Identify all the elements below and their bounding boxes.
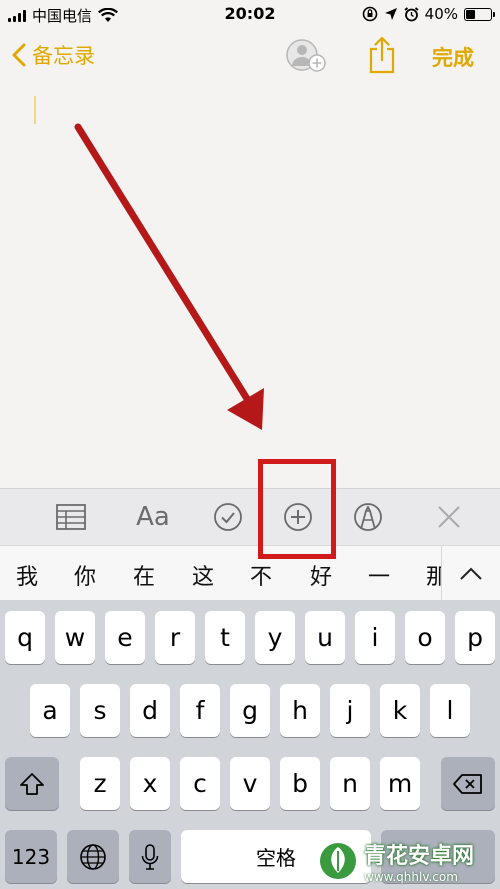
chevron-up-icon: [460, 567, 482, 580]
done-button[interactable]: 完成: [432, 42, 474, 72]
numbers-key[interactable]: 123: [5, 830, 57, 883]
key-j[interactable]: j: [330, 684, 370, 737]
key-h[interactable]: h: [280, 684, 320, 737]
close-icon: [438, 506, 460, 528]
dictation-key[interactable]: [129, 830, 171, 883]
candidate-item[interactable]: 你: [74, 559, 96, 591]
watermark-url: www.qhhlv.com: [364, 870, 458, 884]
candidate-item[interactable]: 好: [310, 559, 332, 591]
format-toolbar: Aa: [0, 488, 500, 545]
key-w[interactable]: w: [55, 611, 95, 664]
add-button[interactable]: [280, 501, 316, 533]
battery-percent: 40%: [424, 5, 458, 23]
key-n[interactable]: n: [330, 757, 370, 810]
key-t[interactable]: t: [205, 611, 245, 664]
candidate-item[interactable]: 不: [250, 559, 272, 591]
markup-icon: [354, 503, 382, 531]
key-f[interactable]: f: [180, 684, 220, 737]
key-o[interactable]: o: [405, 611, 445, 664]
key-x[interactable]: x: [130, 757, 170, 810]
close-toolbar-button[interactable]: [431, 501, 467, 533]
key-m[interactable]: m: [380, 757, 420, 810]
expand-candidates-button[interactable]: [441, 546, 500, 601]
key-p[interactable]: p: [455, 611, 495, 664]
candidate-item[interactable]: 一: [368, 559, 390, 591]
backspace-icon: [453, 773, 482, 794]
table-icon: [56, 504, 86, 530]
watermark-logo-icon: [320, 843, 356, 879]
globe-key[interactable]: [67, 830, 119, 883]
back-button[interactable]: 备忘录: [12, 40, 95, 70]
battery-icon: [464, 7, 495, 21]
back-label: 备忘录: [32, 44, 95, 68]
markup-button[interactable]: [350, 501, 386, 533]
watermark: 青花安卓网 www.qhhlv.com: [318, 838, 474, 884]
microphone-icon: [141, 843, 159, 870]
key-y[interactable]: y: [255, 611, 295, 664]
key-k[interactable]: k: [380, 684, 420, 737]
key-e[interactable]: e: [105, 611, 145, 664]
checklist-icon: [214, 503, 242, 531]
candidate-bar: 我 你 在 这 不 好 一 那: [0, 545, 500, 601]
table-button[interactable]: [53, 501, 89, 533]
chevron-left-icon: [12, 43, 26, 67]
key-i[interactable]: i: [355, 611, 395, 664]
shift-key[interactable]: [5, 757, 59, 810]
location-icon: [384, 8, 397, 20]
watermark-text-block: 青花安卓网 www.qhhlv.com: [364, 838, 474, 884]
key-q[interactable]: q: [5, 611, 45, 664]
candidate-item[interactable]: 我: [16, 559, 38, 591]
candidate-item[interactable]: 在: [133, 559, 155, 591]
key-g[interactable]: g: [230, 684, 270, 737]
watermark-text: 青花安卓网: [364, 844, 475, 869]
share-icon[interactable]: [368, 35, 396, 75]
key-b[interactable]: b: [280, 757, 320, 810]
checklist-button[interactable]: [210, 501, 246, 533]
add-person-icon[interactable]: [284, 38, 330, 74]
key-c[interactable]: c: [180, 757, 220, 810]
text-cursor: [34, 96, 36, 124]
rotation-lock-icon: [362, 6, 377, 22]
plus-circle-icon: [284, 503, 312, 531]
key-d[interactable]: d: [130, 684, 170, 737]
key-l[interactable]: l: [430, 684, 470, 737]
nav-bar: 备忘录 完成: [0, 30, 500, 80]
key-r[interactable]: r: [155, 611, 195, 664]
candidate-item[interactable]: 这: [192, 559, 214, 591]
shift-icon: [20, 772, 44, 795]
key-u[interactable]: u: [305, 611, 345, 664]
format-button[interactable]: Aa: [132, 501, 174, 533]
key-a[interactable]: a: [30, 684, 70, 737]
alarm-icon: [404, 6, 419, 21]
key-z[interactable]: z: [80, 757, 120, 810]
key-s[interactable]: s: [80, 684, 120, 737]
key-v[interactable]: v: [230, 757, 270, 810]
globe-icon: [80, 843, 106, 870]
status-bar: 中国电信 20:02 40%: [0, 0, 500, 30]
status-right: 40%: [362, 5, 495, 23]
delete-key[interactable]: [441, 757, 495, 810]
note-body[interactable]: [0, 80, 500, 488]
